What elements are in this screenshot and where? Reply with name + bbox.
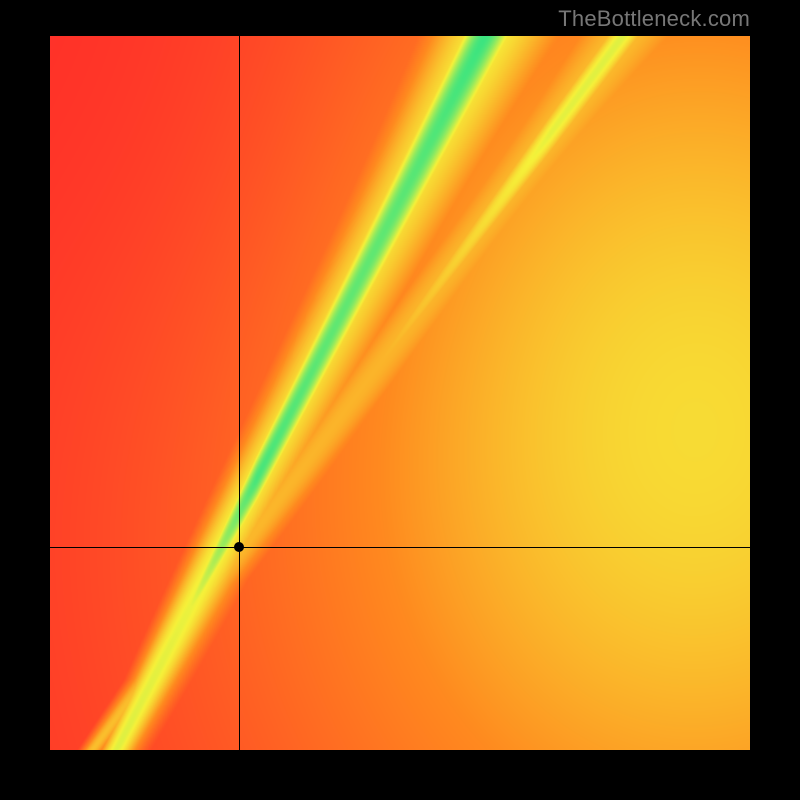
crosshair-horizontal [50, 547, 750, 548]
chart-frame: TheBottleneck.com [0, 0, 800, 800]
heatmap-canvas [50, 36, 750, 750]
crosshair-vertical [239, 36, 240, 750]
heatmap-plot [50, 36, 750, 750]
crosshair-point [234, 542, 244, 552]
watermark-text: TheBottleneck.com [558, 6, 750, 32]
